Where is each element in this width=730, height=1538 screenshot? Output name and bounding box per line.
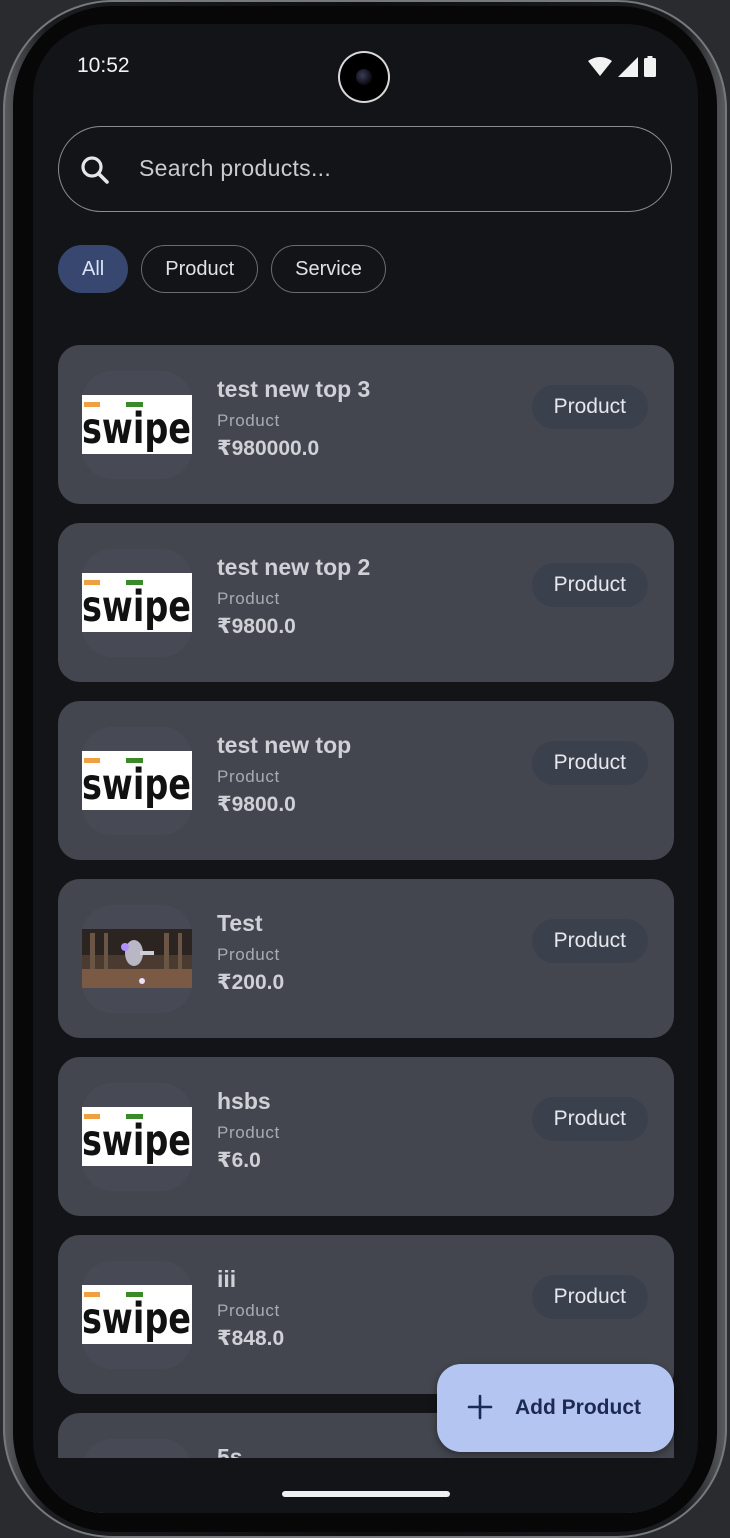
search-icon: [81, 156, 109, 184]
chip-product[interactable]: Product: [141, 245, 259, 293]
product-photo: [82, 929, 192, 988]
product-category: Product: [217, 589, 280, 608]
product-thumbnail: swipe: [82, 727, 192, 835]
product-name: test new top: [217, 732, 352, 758]
product-thumbnail: [82, 905, 192, 1013]
battery-icon: [644, 56, 656, 77]
product-list: swipe test new top 3 Product ₹980000.0 P…: [58, 345, 674, 1513]
svg-text:swipe: swipe: [82, 582, 191, 632]
product-price: ₹848.0: [217, 1327, 285, 1350]
product-card[interactable]: swipe test new top 2 Product ₹9800.0 Pro…: [58, 523, 674, 682]
type-badge: Product: [531, 563, 648, 607]
product-category: Product: [217, 411, 280, 430]
product-thumbnail: swipe: [82, 1261, 192, 1369]
status-time: 10:52: [77, 54, 130, 77]
swipe-logo: swipe: [82, 758, 191, 810]
app-screen: 10:52 Search products... All Product Ser…: [33, 24, 698, 1513]
type-badge: Product: [531, 741, 648, 785]
plus-icon: [467, 1390, 493, 1426]
svg-text:swipe: swipe: [82, 404, 191, 454]
product-category: Product: [217, 767, 280, 786]
product-price: ₹6.0: [217, 1149, 261, 1172]
search-input[interactable]: Search products...: [139, 155, 331, 182]
home-indicator[interactable]: [282, 1491, 450, 1497]
status-bar: 10:52: [33, 24, 698, 104]
product-thumbnail: swipe: [82, 1083, 192, 1191]
product-card[interactable]: swipe test new top 3 Product ₹980000.0 P…: [58, 345, 674, 504]
product-name: test new top 3: [217, 376, 371, 402]
type-badge: Product: [531, 1275, 648, 1319]
product-card[interactable]: swipe test new top Product ₹9800.0 Produ…: [58, 701, 674, 860]
chip-service[interactable]: Service: [271, 245, 386, 293]
product-category: Product: [217, 945, 280, 964]
chip-all[interactable]: All: [58, 245, 129, 293]
search-field[interactable]: Search products...: [58, 126, 672, 212]
product-card[interactable]: Test Product ₹200.0 Product: [58, 879, 674, 1038]
swipe-logo: swipe: [82, 402, 191, 454]
product-price: ₹9800.0: [217, 793, 296, 816]
signal-icon: [618, 56, 638, 77]
svg-text:swipe: swipe: [82, 1116, 191, 1166]
type-badge: Product: [531, 1097, 648, 1141]
product-name: hsbs: [217, 1088, 271, 1114]
product-card[interactable]: swipe hsbs Product ₹6.0 Product: [58, 1057, 674, 1216]
filter-chips: All Product Service: [58, 245, 386, 293]
type-badge: Product: [531, 919, 648, 963]
type-badge: Product: [531, 385, 648, 429]
status-icons: [588, 56, 656, 77]
product-category: Product: [217, 1301, 280, 1320]
product-name: iii: [217, 1266, 237, 1292]
add-product-button[interactable]: Add Product: [437, 1364, 674, 1452]
front-camera: [340, 53, 388, 101]
swipe-logo: swipe: [82, 1292, 191, 1344]
product-category: Product: [217, 1123, 280, 1142]
wifi-icon: [588, 56, 612, 76]
svg-text:swipe: swipe: [82, 760, 191, 810]
swipe-logo: swipe: [82, 580, 191, 632]
product-name: test new top 2: [217, 554, 371, 580]
product-price: ₹9800.0: [217, 615, 296, 638]
svg-text:swipe: swipe: [82, 1294, 191, 1344]
add-product-label: Add Product: [515, 1396, 641, 1419]
swipe-logo: swipe: [82, 1114, 191, 1166]
gesture-nav-area: [33, 1458, 698, 1513]
product-thumbnail: swipe: [82, 549, 192, 657]
product-price: ₹980000.0: [217, 437, 320, 460]
product-price: ₹200.0: [217, 971, 285, 994]
product-thumbnail: swipe: [82, 371, 192, 479]
product-name: Test: [217, 910, 263, 936]
